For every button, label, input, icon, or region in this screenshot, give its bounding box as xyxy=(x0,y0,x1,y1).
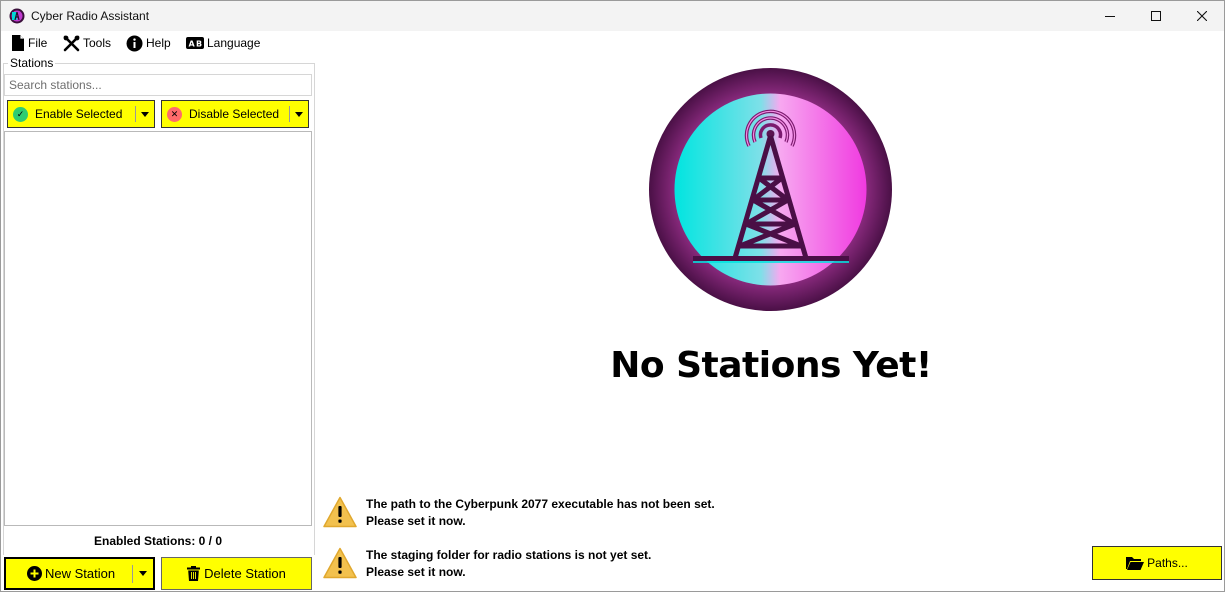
warning-message-line: The path to the Cyberpunk 2077 executabl… xyxy=(366,497,715,511)
title-bar: Cyber Radio Assistant xyxy=(1,1,1224,31)
enable-selected-button[interactable]: ✓ Enable Selected xyxy=(8,101,135,127)
new-station-button[interactable]: New Station xyxy=(6,559,132,588)
language-icon: AB xyxy=(186,37,204,49)
disable-selected-label: Disable Selected xyxy=(189,107,280,121)
close-icon xyxy=(1197,11,1207,21)
caret-down-icon xyxy=(295,111,303,117)
delete-station-button[interactable]: Delete Station xyxy=(161,557,312,590)
stations-group-label: Stations xyxy=(8,56,56,70)
window-title: Cyber Radio Assistant xyxy=(31,9,150,23)
trash-icon xyxy=(187,566,201,581)
enable-selected-dropdown[interactable] xyxy=(136,101,154,127)
menu-file-label: File xyxy=(28,36,48,50)
check-circle-icon: ✓ xyxy=(13,106,28,122)
warning-icon xyxy=(323,496,357,528)
minimize-icon xyxy=(1105,16,1115,17)
new-station-dropdown[interactable] xyxy=(133,559,153,588)
warning-staging-folder: The staging folder for radio stations is… xyxy=(323,546,783,582)
svg-text:A: A xyxy=(189,40,196,49)
plus-circle-icon xyxy=(26,566,42,581)
new-station-split-button: New Station xyxy=(4,557,155,590)
app-window: Cyber Radio Assistant File Tools Help AB… xyxy=(0,0,1225,592)
menu-help-label: Help xyxy=(146,36,171,50)
search-input[interactable] xyxy=(4,74,312,96)
tools-icon xyxy=(63,35,80,51)
new-station-label: New Station xyxy=(44,566,116,581)
enable-selected-label: Enable Selected xyxy=(35,107,123,121)
svg-text:B: B xyxy=(196,40,202,49)
menu-language[interactable]: AB Language xyxy=(186,34,260,52)
x-circle-icon: ✕ xyxy=(167,106,182,122)
info-icon xyxy=(126,35,143,51)
close-button[interactable] xyxy=(1179,1,1225,31)
menu-bar: File Tools Help AB Language xyxy=(1,31,1224,55)
paths-button[interactable]: Paths... xyxy=(1092,546,1222,580)
app-logo-icon xyxy=(9,8,25,24)
caret-down-icon xyxy=(141,111,149,117)
menu-help[interactable]: Help xyxy=(126,34,171,52)
folder-open-icon xyxy=(1126,557,1145,570)
delete-station-label: Delete Station xyxy=(204,566,286,581)
menu-tools-label: Tools xyxy=(83,36,112,50)
warning-message-line: Please set it now. xyxy=(366,565,466,579)
menu-tools[interactable]: Tools xyxy=(63,34,111,52)
disable-selected-button[interactable]: ✕ Disable Selected xyxy=(162,101,289,127)
maximize-button[interactable] xyxy=(1133,1,1179,31)
disable-selected-dropdown[interactable] xyxy=(290,101,308,127)
maximize-icon xyxy=(1151,11,1161,21)
paths-label: Paths... xyxy=(1147,556,1188,570)
disable-selected-split-button: ✕ Disable Selected xyxy=(161,100,309,128)
station-list[interactable] xyxy=(4,131,312,526)
enable-selected-split-button: ✓ Enable Selected xyxy=(7,100,155,128)
enabled-stations-count: Enabled Stations: 0 / 0 xyxy=(93,534,223,548)
warning-message-line: Please set it now. xyxy=(366,514,466,528)
warning-executable-path: The path to the Cyberpunk 2077 executabl… xyxy=(323,495,783,531)
caret-down-icon xyxy=(139,571,147,576)
empty-state-title: No Stations Yet! xyxy=(610,345,932,386)
minimize-button[interactable] xyxy=(1087,1,1133,31)
file-icon xyxy=(12,35,24,51)
warning-icon xyxy=(323,547,357,579)
warning-message-line: The staging folder for radio stations is… xyxy=(366,548,652,562)
menu-language-label: Language xyxy=(207,36,261,50)
radio-tower-logo xyxy=(649,68,892,311)
menu-file[interactable]: File xyxy=(11,34,47,52)
